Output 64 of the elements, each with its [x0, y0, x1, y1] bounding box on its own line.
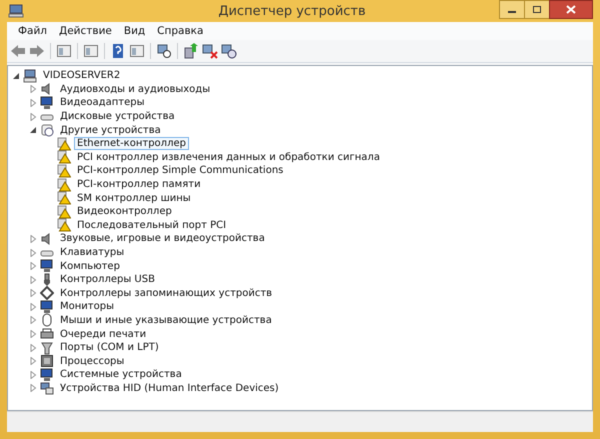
warning-icon [57, 218, 71, 232]
tree-item[interactable]: Другие устройства [57, 124, 164, 137]
tree-item[interactable]: SM контроллер шины [74, 192, 194, 205]
panel-icon[interactable] [129, 43, 145, 59]
maximize-icon [532, 6, 542, 14]
tree-item[interactable]: Системные устройства [57, 368, 185, 382]
tree-item[interactable]: Устройства HID (Human Interface Devices) [57, 382, 282, 395]
help-icon[interactable] [110, 43, 126, 59]
tree-item[interactable]: Ethernet-контроллер [74, 137, 189, 150]
tree-item[interactable]: Дисковые устройства [57, 110, 178, 124]
tree-item[interactable]: Контроллеры запоминающих устройств [57, 286, 276, 300]
maximize-button[interactable] [524, 0, 550, 19]
menu-item[interactable]: Файл [13, 25, 52, 37]
monitor-icon [40, 368, 54, 382]
monitor-icon [40, 96, 54, 110]
update-icon[interactable] [183, 43, 199, 59]
remove-icon[interactable] [202, 43, 218, 59]
mouse-icon [40, 313, 54, 328]
device-icon [40, 381, 54, 396]
warning-icon [57, 150, 71, 164]
window-title: Диспетчер устройств [217, 4, 367, 18]
tree-item[interactable]: Видеоадаптеры [57, 96, 148, 110]
tree-item[interactable]: Клавиатуры [57, 246, 128, 260]
warning-icon [57, 136, 71, 151]
forward-arrow-icon[interactable] [29, 43, 45, 59]
tree-item[interactable]: PCI-контроллер памяти [74, 178, 204, 192]
menu-item[interactable]: Вид [118, 25, 150, 37]
panel-icon[interactable] [83, 43, 99, 59]
tree-item[interactable]: Очереди печати [57, 328, 150, 341]
scan-icon[interactable] [156, 43, 172, 59]
tree-item[interactable]: VIDEOSERVER2 [40, 69, 124, 82]
back-arrow-icon[interactable] [10, 43, 26, 59]
tree-item[interactable]: PCI-контроллер Simple Communications [74, 164, 286, 178]
question-mark-icon [40, 123, 54, 138]
tree-item[interactable]: Контроллеры USB [57, 273, 158, 286]
minimize-button[interactable] [499, 0, 525, 19]
device-icon[interactable] [221, 43, 237, 59]
panel-icon[interactable] [56, 43, 72, 59]
expander-icon[interactable] [12, 72, 20, 80]
printer-icon [40, 327, 54, 342]
warning-icon [57, 178, 71, 192]
tree-item[interactable]: Аудиовходы и аудиовыходы [57, 82, 214, 96]
menu-item[interactable]: Справка [152, 25, 208, 37]
menu-item[interactable]: Действие [54, 25, 117, 37]
warning-icon [57, 191, 71, 206]
close-button[interactable] [549, 0, 593, 19]
monitor-icon [40, 300, 54, 314]
close-icon [566, 5, 576, 14]
tree-item[interactable]: Звуковые, игровые и видеоустройства [57, 232, 268, 246]
computer-icon [23, 68, 37, 83]
chip-icon [40, 354, 54, 368]
tree-item[interactable]: Видеоконтроллер [74, 205, 175, 218]
tree-item[interactable]: Последовательный порт PCI [74, 218, 230, 232]
tree-item[interactable]: Мыши и иные указывающие устройства [57, 314, 275, 327]
tree-item[interactable]: Компьютер [57, 260, 123, 273]
warning-icon [57, 204, 71, 219]
computer-icon [8, 4, 24, 18]
tree-item[interactable]: Процессоры [57, 354, 128, 368]
tree-item[interactable]: PCI контроллер извлечения данных и обработки сигнала [74, 150, 383, 164]
expander-icon[interactable] [29, 126, 37, 134]
warning-icon [57, 164, 71, 178]
monitor-icon [40, 259, 54, 274]
tree-item[interactable]: Мониторы [57, 300, 117, 314]
tree-item[interactable]: Порты (COM и LPT) [57, 341, 162, 354]
